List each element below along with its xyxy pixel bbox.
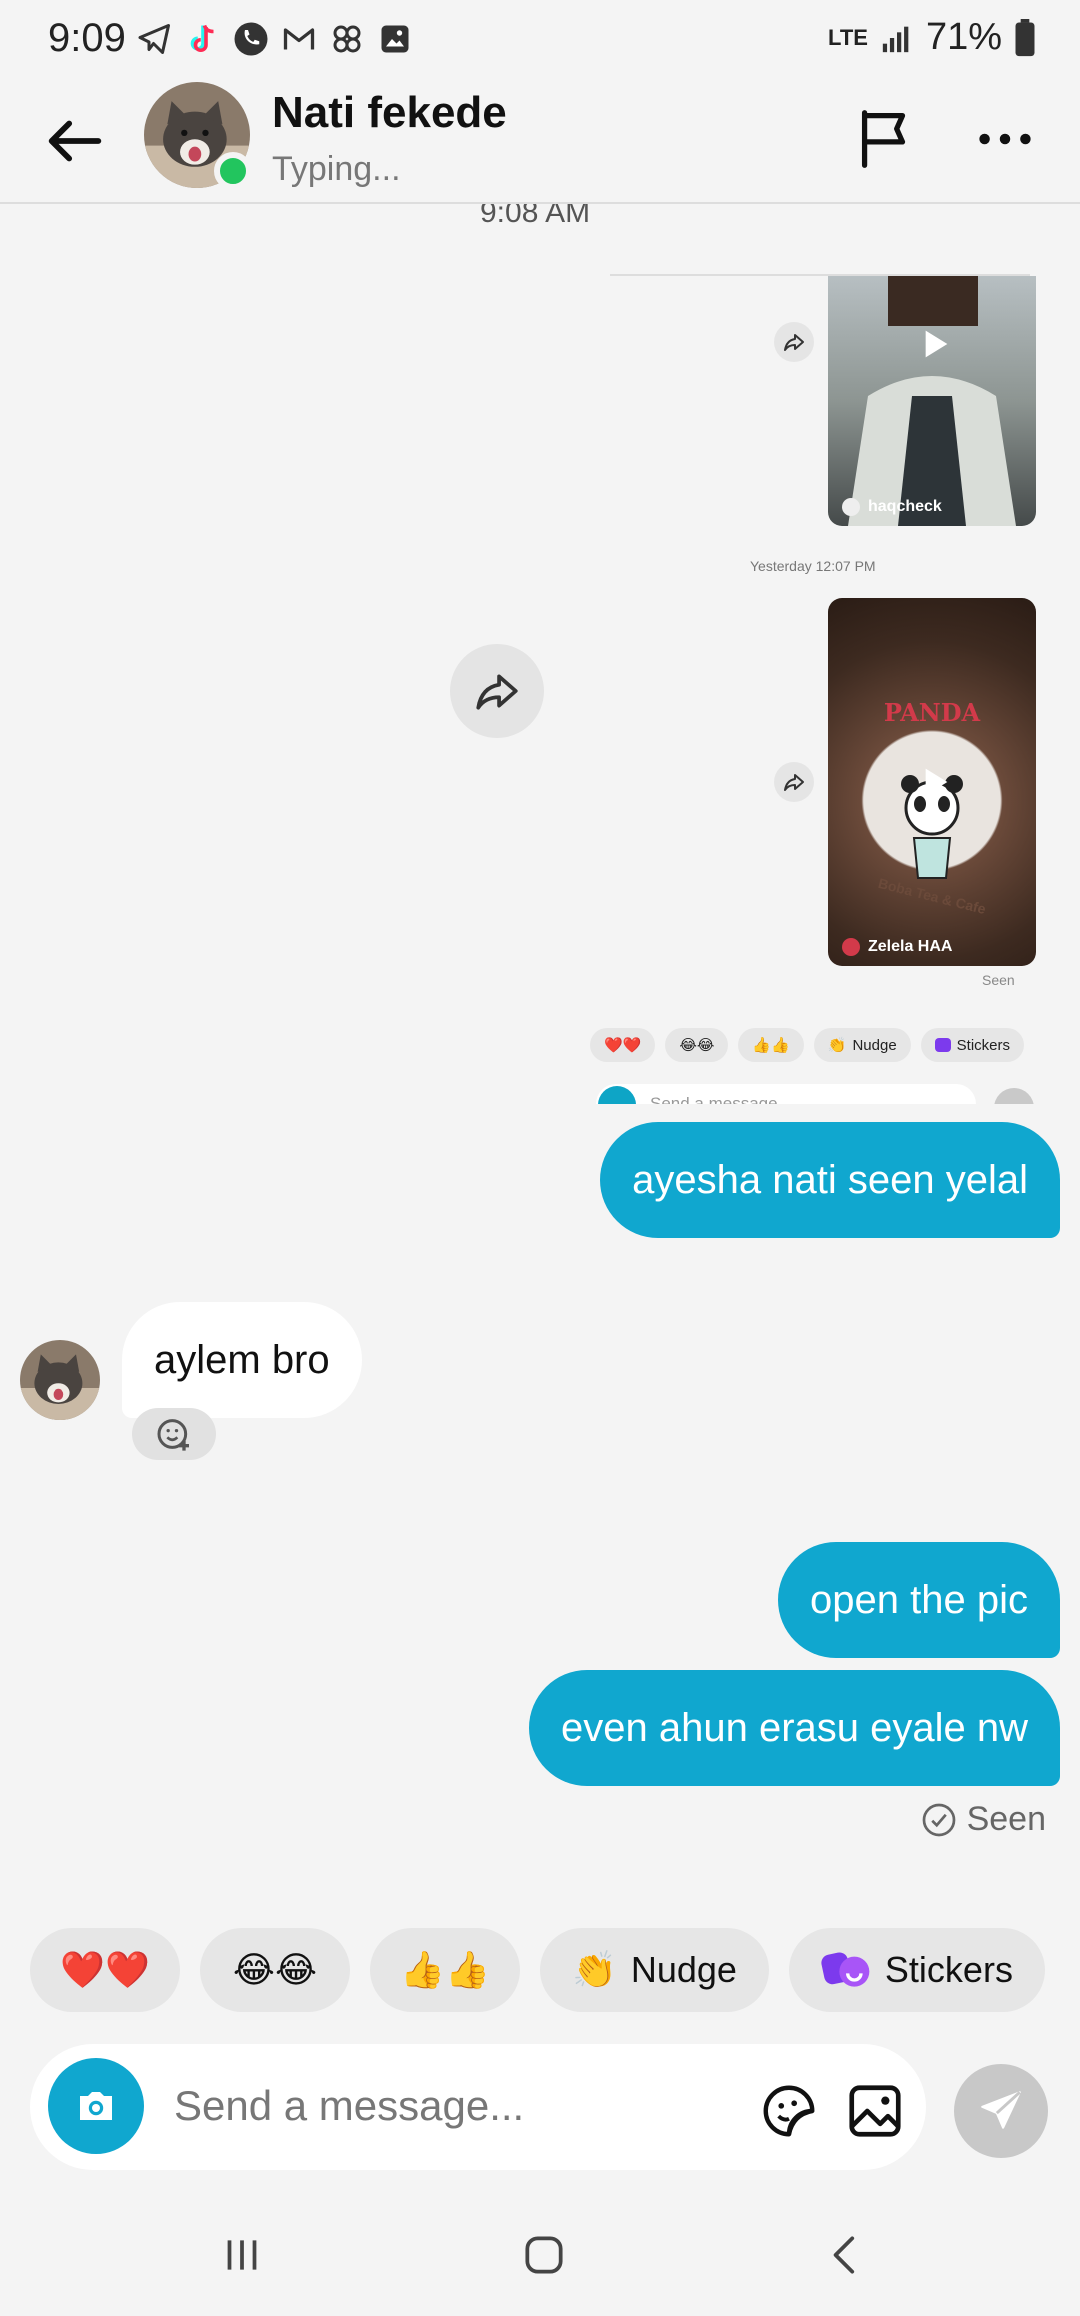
embedded-chip: Stickers — [920, 1028, 1025, 1062]
arrow-left-icon — [48, 120, 102, 162]
seen-indicator: Seen — [921, 1800, 1046, 1839]
quick-reply-hearts[interactable]: ❤️❤️ — [30, 1928, 180, 2012]
tiktok-icon — [182, 18, 224, 60]
telegram-icon — [134, 18, 176, 60]
quick-replies: ❤️❤️ 😂😂 👍👍 👏 Nudge Stickers — [30, 1928, 1045, 2012]
online-indicator — [214, 152, 252, 190]
recent-apps-icon — [227, 2240, 257, 2270]
sticker-button[interactable] — [758, 2080, 820, 2142]
embedded-timestamp: Yesterday 12:07 PM — [750, 558, 876, 574]
quick-reply-nudge[interactable]: 👏 Nudge — [540, 1928, 769, 2012]
system-nav-bar — [0, 2210, 1080, 2316]
add-reaction-button[interactable] — [132, 1408, 216, 1460]
message-input[interactable] — [174, 2076, 734, 2136]
quick-reply-laugh[interactable]: 😂😂 — [200, 1928, 350, 2012]
play-icon — [925, 768, 948, 796]
gallery-button[interactable] — [844, 2080, 906, 2142]
status-time: 9:09 — [48, 16, 126, 60]
play-icon — [925, 330, 948, 358]
send-icon — [981, 2091, 1021, 2129]
outgoing-message[interactable]: open the pic — [778, 1542, 1060, 1658]
embedded-chip: 😂😂 — [665, 1028, 729, 1062]
send-button[interactable] — [954, 2064, 1048, 2158]
share-icon-small — [774, 762, 814, 802]
outgoing-message[interactable]: ayesha nati seen yelal — [600, 1122, 1060, 1238]
quick-reply-stickers[interactable]: Stickers — [788, 1928, 1045, 2012]
pinwheel-icon — [326, 18, 368, 60]
sticker-pack-icon — [821, 1952, 870, 1987]
add-reaction-icon — [157, 1419, 189, 1451]
recent-apps-button[interactable] — [192, 2210, 292, 2300]
video-thumbnail: haqcheck — [828, 276, 1036, 526]
status-right: LTE 71% — [828, 16, 1036, 59]
video-thumbnail: PANDA Boba Tea & Cafe Zelela HAA — [828, 598, 1036, 966]
video-user-label: Zelela HAA — [842, 938, 952, 956]
camera-button[interactable] — [48, 2058, 144, 2154]
contact-name[interactable]: Nati fekede — [272, 88, 507, 138]
report-button[interactable] — [850, 104, 920, 174]
quick-reply-thumbs[interactable]: 👍👍 — [370, 1928, 520, 2012]
embedded-time: 9:08 AM — [480, 204, 591, 229]
battery-percent: 71% — [925, 16, 1002, 58]
embedded-chip: 👍👍 — [738, 1028, 804, 1062]
embedded-seen: Seen — [982, 972, 1015, 988]
embedded-chip: 👏 Nudge — [813, 1028, 911, 1062]
status-bar: 9:09 LTE 71% — [0, 0, 1080, 80]
video-user-label: haqcheck — [842, 498, 942, 516]
more-dots-icon — [979, 133, 1031, 145]
chat-header: Nati fekede Typing... — [0, 80, 1080, 204]
signal-icon — [882, 26, 909, 52]
camera-icon — [80, 2092, 112, 2120]
typing-status: Typing... — [272, 150, 401, 188]
battery-icon — [1015, 18, 1035, 56]
chevron-left-icon — [833, 2236, 855, 2274]
embedded-input-placeholder: Send a message — [650, 1094, 778, 1104]
share-icon-large — [450, 644, 544, 738]
more-options-button[interactable] — [970, 104, 1040, 174]
sender-avatar[interactable] — [20, 1340, 100, 1420]
sticker-icon — [763, 2085, 815, 2137]
home-square-icon — [525, 2236, 563, 2274]
system-back-button[interactable] — [796, 2210, 896, 2300]
embedded-send-icon — [994, 1088, 1034, 1104]
shared-screenshot-image[interactable]: 9:08 AM haqcheck Yesterday 12:07 PM PAND… — [0, 204, 1080, 1104]
outgoing-message[interactable]: even ahun erasu eyale nw — [529, 1670, 1060, 1786]
incoming-message[interactable]: aylem bro — [122, 1302, 362, 1418]
flag-icon — [861, 110, 906, 168]
gmail-icon — [278, 18, 320, 60]
embedded-chip: ❤️❤️ — [590, 1028, 656, 1062]
image-icon — [849, 2085, 901, 2137]
back-button[interactable] — [40, 106, 110, 176]
check-circle-icon — [922, 1803, 955, 1836]
network-type: LTE — [828, 24, 868, 50]
share-icon-small — [774, 322, 814, 362]
phone-icon — [230, 18, 272, 60]
gallery-icon — [374, 18, 416, 60]
home-button[interactable] — [494, 2210, 594, 2300]
embedded-quick-replies: ❤️❤️ 😂😂 👍👍 👏 Nudge Stickers — [590, 1028, 1025, 1062]
notification-icons — [134, 18, 416, 60]
clap-icon: 👏 — [572, 1949, 617, 1990]
